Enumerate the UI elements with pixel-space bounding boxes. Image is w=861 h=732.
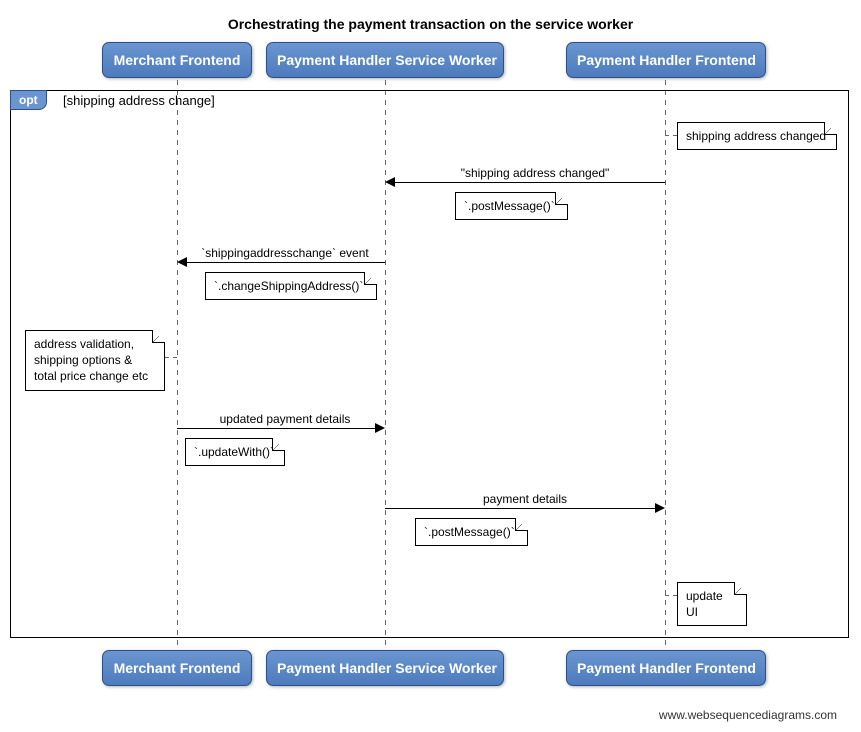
participant-merchant-top: Merchant Frontend: [102, 42, 252, 78]
participant-merchant-bottom: Merchant Frontend: [102, 650, 252, 686]
connector-n1: [665, 135, 677, 136]
diagram-title: Orchestrating the payment transaction on…: [10, 16, 851, 32]
sequence-diagram: Merchant Frontend Payment Handler Servic…: [10, 42, 851, 702]
opt-guard: [shipping address change]: [63, 93, 215, 108]
note-shipping-address-changed: shipping address changed: [677, 122, 837, 150]
connector-n7: [665, 595, 677, 596]
participant-sw-top: Payment Handler Service Worker: [266, 42, 504, 78]
msg-line-2: [182, 262, 385, 263]
participant-sw-bottom: Payment Handler Service Worker: [266, 650, 504, 686]
note-changeshippingaddress: `.changeShippingAddress()`: [205, 272, 377, 300]
opt-tag: opt: [10, 90, 47, 110]
note-address-validation: address validation, shipping options & t…: [25, 330, 165, 391]
msg-arrow-2: [177, 257, 187, 267]
msg-arrow-4: [655, 503, 665, 513]
msg-arrow-1: [385, 177, 395, 187]
note-update-ui: update UI: [677, 582, 747, 626]
msg-line-3: [177, 428, 380, 429]
msg-arrow-3: [375, 423, 385, 433]
connector-n4: [165, 357, 177, 358]
msg-label-shipping-address-changed: "shipping address changed": [410, 166, 660, 180]
msg-label-updated-payment-details: updated payment details: [210, 412, 360, 426]
msg-label-payment-details: payment details: [475, 492, 575, 506]
participant-frontend-top: Payment Handler Frontend: [566, 42, 766, 78]
msg-label-shippingaddresschange-event: `shippingaddresschange` event: [195, 246, 375, 260]
participant-frontend-bottom: Payment Handler Frontend: [566, 650, 766, 686]
note-updatewith: `.updateWith()`: [185, 438, 285, 466]
msg-line-1: [390, 182, 665, 183]
watermark: www.websequencediagrams.com: [10, 708, 851, 722]
note-postmessage-2: `.postMessage()`: [415, 518, 528, 546]
note-postmessage-1: `.postMessage()`: [455, 192, 568, 220]
msg-line-4: [385, 508, 660, 509]
